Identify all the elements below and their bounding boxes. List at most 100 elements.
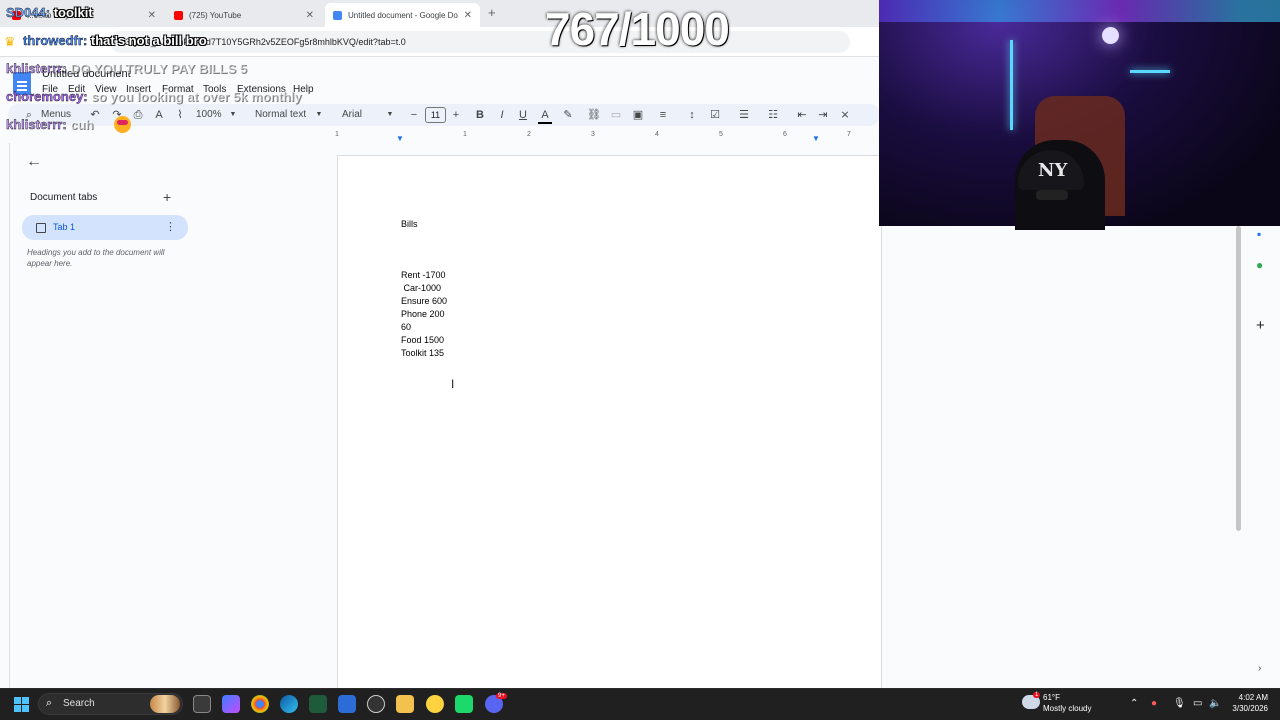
led-strip [1010,40,1013,130]
search-icon: ⌕ [46,697,53,709]
font-size-field[interactable]: 11 [425,107,446,123]
decrease-indent-icon[interactable]: ⇤ [795,108,809,122]
spellcheck-icon[interactable]: A [152,108,166,122]
chevron-right-icon[interactable]: › [1258,663,1261,674]
chevron-down-icon[interactable]: ▼ [312,108,326,122]
ruler-number: 1 [335,131,339,138]
tab-label: Untitled document - Google Do [348,10,458,20]
vertical-scrollbar[interactable] [1236,226,1241,531]
new-tab-icon[interactable]: + [488,5,496,20]
chevron-down-icon[interactable]: ▼ [226,108,240,122]
more-options-icon[interactable]: ⋮ [165,220,176,233]
numbered-list-icon[interactable]: ☷ [766,108,780,122]
app-icon[interactable] [309,695,327,713]
chat-username: throwedfr: [23,33,88,48]
ruler-number: 3 [591,131,595,138]
left-indent-marker-icon[interactable]: ▼ [396,134,404,143]
italic-icon[interactable]: I [495,108,509,122]
chat-username: khlisterrr: [6,117,67,132]
increase-font-size-icon[interactable]: + [449,108,463,122]
chevron-up-icon[interactable]: ⌃ [1130,698,1138,709]
sidebar-item-tab-1[interactable] [22,215,188,240]
chat-message: throwedfr: that's not a bill bro [23,33,207,48]
highlight-icon[interactable]: ✎ [561,108,575,122]
copilot-icon[interactable] [222,695,240,713]
ny-logo-icon: NY [1038,160,1068,181]
document-tabs-heading: Document tabs [30,192,98,203]
url-field[interactable]: 13QPAI_AZTZhPxFUd7T10Y5GRh2v5ZEOFg5r8mhl… [110,31,850,53]
align-icon[interactable]: ≡ [656,108,670,122]
chat-message: choremoney: so you looking at over 5k mo… [6,89,302,104]
weather-desc[interactable]: Mostly cloudy [1043,704,1091,713]
right-indent-marker-icon[interactable]: ▼ [812,134,820,143]
taskbar-date[interactable]: 3/30/2026 [1218,704,1268,713]
taskbar-search-label: Search [63,698,95,709]
comment-icon[interactable]: ▭ [609,108,623,122]
ceiling-light [1102,27,1119,44]
outline-hint: Headings you add to the document will ap… [27,248,165,268]
document-heading: Bills [401,219,418,229]
app-icon[interactable] [367,695,385,713]
document-line: Rent -1700 [401,270,446,280]
link-icon[interactable]: ⛓ [587,108,601,122]
zoom-select[interactable]: 100% [196,108,222,122]
document-line: Food 1500 [401,335,445,345]
browser-tab-docs[interactable]: Untitled document - Google Do ✕ [325,3,480,27]
app-icon[interactable] [455,695,473,713]
checklist-icon[interactable]: ☑ [708,108,722,122]
text-cursor-icon: I [451,377,455,391]
browser-tab-youtube[interactable]: (725) YouTube ✕ [166,3,322,27]
document-tab-icon [36,223,46,233]
add-tab-icon[interactable]: + [163,189,171,205]
document-body[interactable]: Bills Rent -1700 Car-1000 Ensure 600 Pho… [401,218,447,360]
decrease-font-size-icon[interactable]: − [407,108,421,122]
style-select[interactable]: Normal text [255,108,306,122]
ruler-number: 2 [527,131,531,138]
tray-app-icon[interactable]: ● [1151,698,1157,709]
close-icon[interactable]: ✕ [306,10,314,21]
paint-format-icon[interactable]: ⌇ [173,108,187,122]
microphone-icon[interactable]: 🎙 [1173,698,1186,709]
store-icon[interactable] [338,695,356,713]
print-icon[interactable]: ⎙ [131,108,145,122]
close-icon[interactable]: ✕ [464,10,472,21]
text-color-icon[interactable]: A [538,108,552,124]
discord-badge: 9+ [496,693,507,699]
back-arrow-icon[interactable]: ← [26,153,42,171]
app-icon[interactable] [426,695,444,713]
file-explorer-icon[interactable] [396,695,414,713]
chevron-down-icon[interactable]: ▼ [383,108,397,122]
bulleted-list-icon[interactable]: ☰ [737,108,751,122]
taskbar-clock[interactable]: 4:02 AM [1218,693,1268,702]
close-icon[interactable]: ✕ [148,10,156,21]
ruler-number: 5 [719,131,723,138]
chat-username: choremoney: [6,89,88,104]
network-icon[interactable]: ▭ [1193,698,1202,709]
chat-text: cuh [70,117,94,132]
line-spacing-icon[interactable]: ↕ [685,108,699,122]
chrome-icon[interactable] [251,695,269,713]
chat-text: DO YOU TRULY PAY BILLS 5 [70,61,247,76]
weather-temp[interactable]: 61°F [1043,693,1060,702]
underline-icon[interactable]: U [516,108,530,122]
edge-icon[interactable] [280,695,298,713]
windows-start-icon[interactable] [14,697,29,712]
bold-icon[interactable]: B [473,108,487,122]
sidebar-item-label[interactable]: Tab 1 [53,222,75,232]
chat-message: SD044: toolkit [6,5,93,20]
side-panel-area [882,226,1280,688]
image-icon[interactable]: ▣ [631,108,645,122]
ruler-number: 7 [847,131,851,138]
horizontal-ruler[interactable] [337,131,882,143]
vertical-ruler[interactable] [0,143,10,690]
browser-tab-bar: ...ee to Play ✕ (725) YouTube ✕ Untitled… [0,0,880,27]
tasks-icon[interactable]: ▪ [1257,227,1261,241]
task-view-icon[interactable] [193,695,211,713]
add-addon-icon[interactable]: + [1256,317,1265,334]
font-select[interactable]: Arial [342,108,362,122]
crown-icon: ♛ [4,34,16,49]
maps-icon[interactable]: ● [1256,258,1263,272]
document-line: 60 [401,322,412,332]
increase-indent-icon[interactable]: ⇥ [816,108,830,122]
clear-formatting-icon[interactable]: ⨯ [838,108,852,122]
